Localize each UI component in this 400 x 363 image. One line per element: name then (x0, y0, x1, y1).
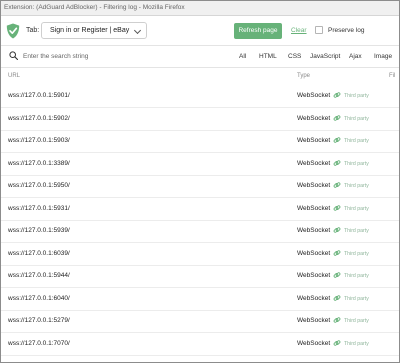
link-icon (333, 204, 341, 211)
table-row[interactable]: wss://127.0.0.1:5931/WebSocket Third part… (1, 199, 399, 221)
filter-tab-image[interactable]: Image (374, 53, 392, 60)
clear-link[interactable]: Clear (291, 27, 307, 34)
request-type: WebSocket (297, 249, 331, 257)
third-party-label: Third party (344, 138, 369, 144)
third-party-label: Third party (344, 250, 369, 257)
request-url: wss://127.0.0.1:7070/ (8, 339, 70, 347)
request-type: WebSocket (297, 204, 331, 212)
table-row[interactable]: wss://127.0.0.1:3389/WebSocket Third part… (1, 154, 399, 176)
search-input[interactable] (23, 49, 223, 63)
filter-tab-html[interactable]: HTML (259, 53, 277, 60)
request-url: wss://127.0.0.1:6039/ (8, 249, 70, 257)
filtering-log-toolbar: Tab: Sign in or Register | eBay Refresh … (1, 17, 399, 45)
third-party-label: Third party (344, 295, 369, 302)
request-url: wss://127.0.0.1:3389/ (8, 159, 70, 167)
link-icon (333, 114, 341, 121)
third-party-label: Third party (344, 205, 369, 212)
link-icon (333, 227, 341, 233)
filter-tab-ajax[interactable]: Ajax (349, 53, 362, 60)
request-url: wss://127.0.0.1:5279/ (8, 317, 70, 324)
search-divider (1, 67, 399, 68)
link-icon (333, 249, 341, 256)
request-type: WebSocket (297, 137, 331, 144)
request-type: WebSocket (297, 227, 331, 234)
table-row[interactable]: wss://127.0.0.1:5902/WebSocket Third part… (1, 109, 399, 131)
search-bar: All HTML CSS JavaScript Ajax Image (1, 46, 399, 66)
request-type: WebSocket (297, 272, 331, 279)
request-url: wss://127.0.0.1:5903/ (8, 137, 70, 144)
preserve-log-checkbox[interactable] (315, 26, 323, 34)
column-header-filter[interactable]: Fil (389, 73, 395, 79)
third-party-label: Third party (344, 115, 369, 122)
request-type: WebSocket (297, 294, 331, 302)
filter-tab-all[interactable]: All (239, 53, 246, 60)
request-type: WebSocket (297, 339, 331, 347)
third-party-label: Third party (344, 93, 369, 99)
browser-window: Extension: (AdGuard AdBlocker) - Filteri… (0, 0, 400, 363)
table-row[interactable]: wss://127.0.0.1:7070/WebSocket Third part… (1, 334, 399, 356)
request-url: wss://127.0.0.1:5901/ (8, 92, 70, 99)
third-party-label: Third party (344, 273, 369, 279)
third-party-label: Third party (344, 183, 369, 189)
third-party-label: Third party (344, 228, 369, 234)
refresh-page-button[interactable]: Refresh page (234, 23, 282, 39)
request-type: WebSocket (297, 159, 331, 167)
table-row[interactable]: wss://127.0.0.1:6039/WebSocket Third part… (1, 244, 399, 266)
link-icon (333, 317, 341, 323)
third-party-label: Third party (344, 160, 369, 167)
request-type: WebSocket (297, 182, 331, 189)
filter-tab-css[interactable]: CSS (288, 53, 301, 60)
link-icon (333, 182, 341, 188)
table-row[interactable]: wss://127.0.0.1:5903/WebSocket Third part… (1, 131, 399, 153)
link-icon (333, 92, 341, 98)
request-url: wss://127.0.0.1:5931/ (8, 204, 70, 212)
table-row[interactable]: wss://127.0.0.1:5950/WebSocket Third part… (1, 176, 399, 198)
table-row[interactable]: wss://127.0.0.1:5279/WebSocket Third part… (1, 311, 399, 333)
tab-select[interactable]: Sign in or Register | eBay (41, 22, 147, 39)
search-icon (9, 51, 18, 60)
third-party-label: Third party (344, 340, 369, 347)
link-icon (333, 339, 341, 346)
table-header: URL Type Fil (1, 69, 399, 83)
request-type: WebSocket (297, 92, 331, 99)
table-row[interactable]: wss://127.0.0.1:6040/WebSocket Third part… (1, 289, 399, 311)
request-url: wss://127.0.0.1:6040/ (8, 294, 70, 302)
link-icon (333, 272, 341, 278)
third-party-label: Third party (344, 318, 369, 324)
link-icon (333, 159, 341, 166)
link-icon (333, 137, 341, 143)
preserve-log-label[interactable]: Preserve log (328, 27, 365, 34)
link-icon (333, 294, 341, 301)
request-url: wss://127.0.0.1:5902/ (8, 114, 70, 122)
window-titlebar: Extension: (AdGuard AdBlocker) - Filteri… (1, 1, 399, 16)
tab-select-value: Sign in or Register | eBay (50, 27, 130, 34)
adguard-shield-icon (6, 23, 20, 39)
request-type: WebSocket (297, 317, 331, 324)
request-url: wss://127.0.0.1:5950/ (8, 182, 70, 189)
table-row[interactable]: wss://127.0.0.1:5901/WebSocket Third part… (1, 86, 399, 108)
tab-label: Tab: (26, 27, 40, 34)
request-type: WebSocket (297, 114, 331, 122)
chevron-down-icon (133, 26, 142, 35)
window-title: Extension: (AdGuard AdBlocker) - Filteri… (4, 4, 185, 11)
table-row[interactable]: wss://127.0.0.1:5944/WebSocket Third part… (1, 266, 399, 288)
request-url: wss://127.0.0.1:5944/ (8, 272, 70, 279)
filter-tab-javascript[interactable]: JavaScript (310, 53, 340, 60)
column-header-url[interactable]: URL (8, 73, 20, 79)
column-header-type[interactable]: Type (297, 73, 310, 79)
table-row[interactable]: wss://127.0.0.1:5939/WebSocket Third part… (1, 221, 399, 243)
request-url: wss://127.0.0.1:5939/ (8, 227, 70, 234)
